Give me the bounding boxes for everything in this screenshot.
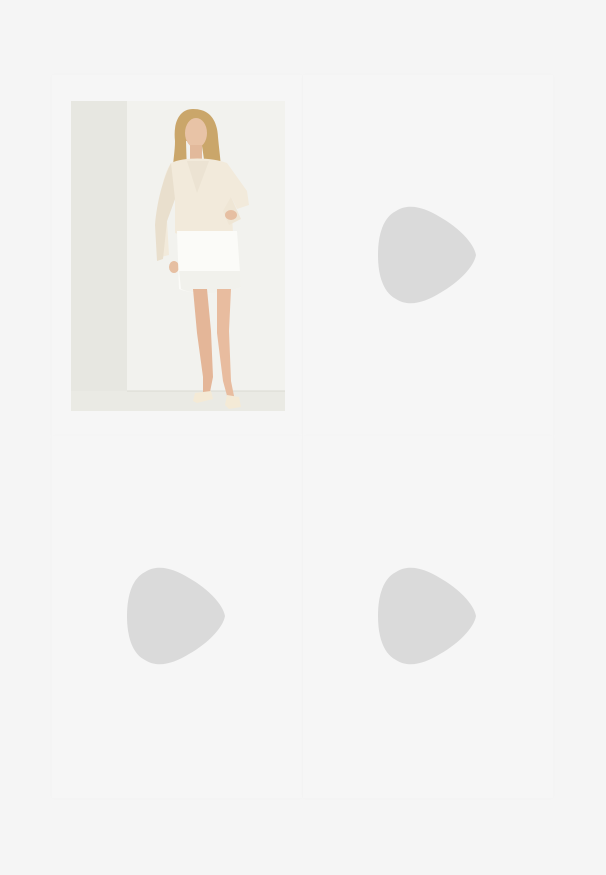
grid-tile-2[interactable] bbox=[303, 75, 553, 437]
grid-tile-4[interactable] bbox=[303, 436, 553, 798]
product-image-grid bbox=[0, 0, 606, 875]
play-placeholder-icon bbox=[378, 206, 476, 304]
product-photo[interactable] bbox=[71, 101, 285, 411]
grid-tile-1[interactable] bbox=[52, 75, 302, 437]
play-placeholder-icon bbox=[378, 567, 476, 665]
grid-tile-3[interactable] bbox=[52, 436, 302, 798]
play-placeholder-icon bbox=[127, 567, 225, 665]
